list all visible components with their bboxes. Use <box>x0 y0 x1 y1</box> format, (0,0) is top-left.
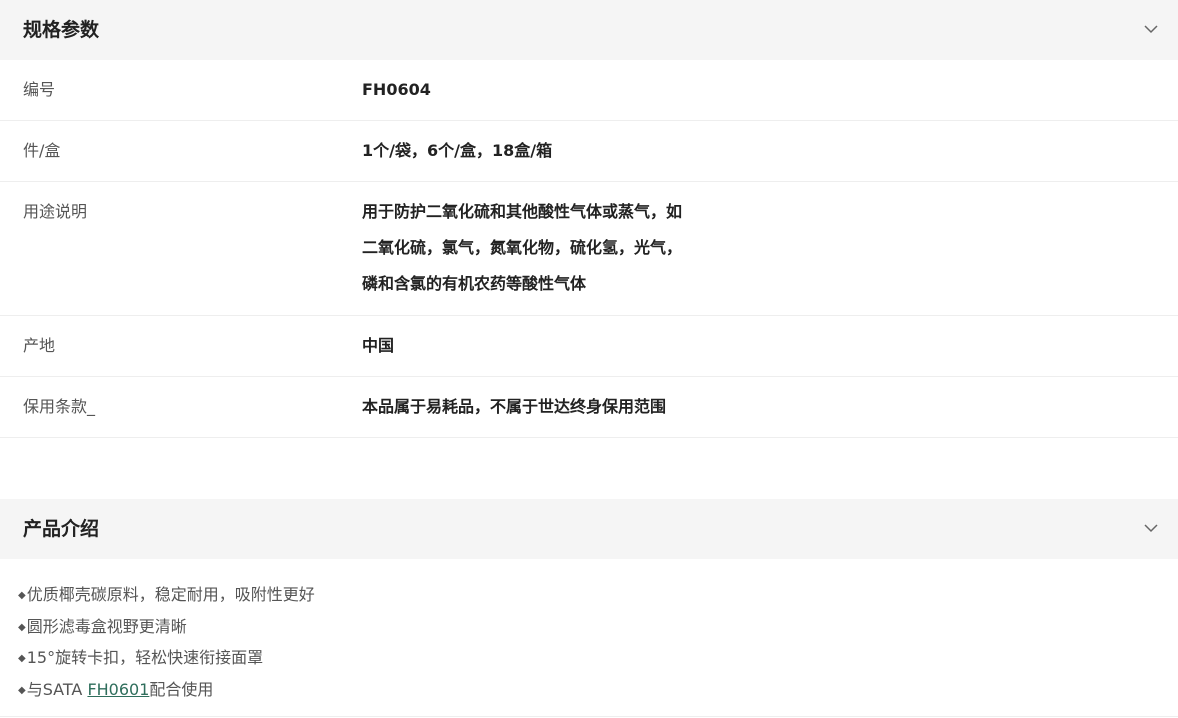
list-item-text: 15°旋转卡扣，轻松快速衔接面罩 <box>26 648 264 667</box>
spec-label: 用途说明 <box>23 202 88 221</box>
list-item-text: 圆形滤毒盒视野更清晰 <box>26 616 187 636</box>
intro-feature-list: ◆优质椰壳碳原料，稳定耐用，吸附性更好 ◆圆形滤毒盒视野更清晰 ◆15°旋转卡扣… <box>18 580 315 706</box>
intro-section-header[interactable]: 产品介绍 <box>0 499 1178 559</box>
list-item: ◆15°旋转卡扣，轻松快速衔接面罩 <box>18 643 315 675</box>
diamond-bullet-icon: ◆ <box>18 653 26 664</box>
spec-value: 中国 <box>362 336 395 355</box>
specs-section-title: 规格参数 <box>23 19 100 41</box>
spec-label: 编号 <box>23 80 56 99</box>
spec-value-line: 用于防护二氧化硫和其他酸性气体或蒸气，如 <box>362 202 683 221</box>
spec-value-line: 磷和含氯的有机农药等酸性气体 <box>362 274 587 293</box>
spec-label: 产地 <box>23 336 56 355</box>
list-item: ◆与SATA FH0601配合使用 <box>18 675 315 707</box>
product-link-fh0601[interactable]: FH0601 <box>87 680 149 699</box>
spec-value: FH0604 <box>362 80 431 99</box>
spec-value-line: 二氧化硫，氯气，氮氧化物，硫化氢，光气， <box>362 238 683 257</box>
spec-row-warranty: 保用条款_ 本品属于易耗品，不属于世达终身保用范围 <box>0 377 1178 438</box>
spec-row-number: 编号 FH0604 <box>0 60 1178 121</box>
list-item: ◆优质椰壳碳原料，稳定耐用，吸附性更好 <box>18 580 315 612</box>
spec-value: 用于防护二氧化硫和其他酸性气体或蒸气，如 二氧化硫，氯气，氮氧化物，硫化氢，光气… <box>362 194 682 302</box>
bottom-divider <box>0 716 1178 717</box>
spec-value: 本品属于易耗品，不属于世达终身保用范围 <box>362 397 667 416</box>
chevron-down-icon[interactable] <box>1144 22 1158 36</box>
diamond-bullet-icon: ◆ <box>18 621 26 633</box>
list-item-text: 优质椰壳碳原料，稳定耐用，吸附性更好 <box>26 585 315 604</box>
diamond-bullet-icon: ◆ <box>18 684 26 696</box>
intro-section-title: 产品介绍 <box>23 518 100 540</box>
spec-row-package: 件/盒 1个/袋，6个/盒，18盒/箱 <box>0 121 1178 182</box>
list-item: ◆圆形滤毒盒视野更清晰 <box>18 612 315 644</box>
spec-row-usage: 用途说明 用于防护二氧化硫和其他酸性气体或蒸气，如 二氧化硫，氯气，氮氧化物，硫… <box>0 182 1178 316</box>
specs-section-header[interactable]: 规格参数 <box>0 0 1178 60</box>
list-item-suffix: 配合使用 <box>149 679 214 699</box>
list-item-prefix: 与SATA <box>26 679 88 699</box>
spec-label: 保用条款_ <box>23 397 96 416</box>
spec-label: 件/盒 <box>23 141 61 160</box>
spec-value: 1个/袋，6个/盒，18盒/箱 <box>362 141 553 160</box>
chevron-down-icon[interactable] <box>1144 521 1158 535</box>
diamond-bullet-icon: ◆ <box>18 590 26 601</box>
spec-row-origin: 产地 中国 <box>0 316 1178 377</box>
